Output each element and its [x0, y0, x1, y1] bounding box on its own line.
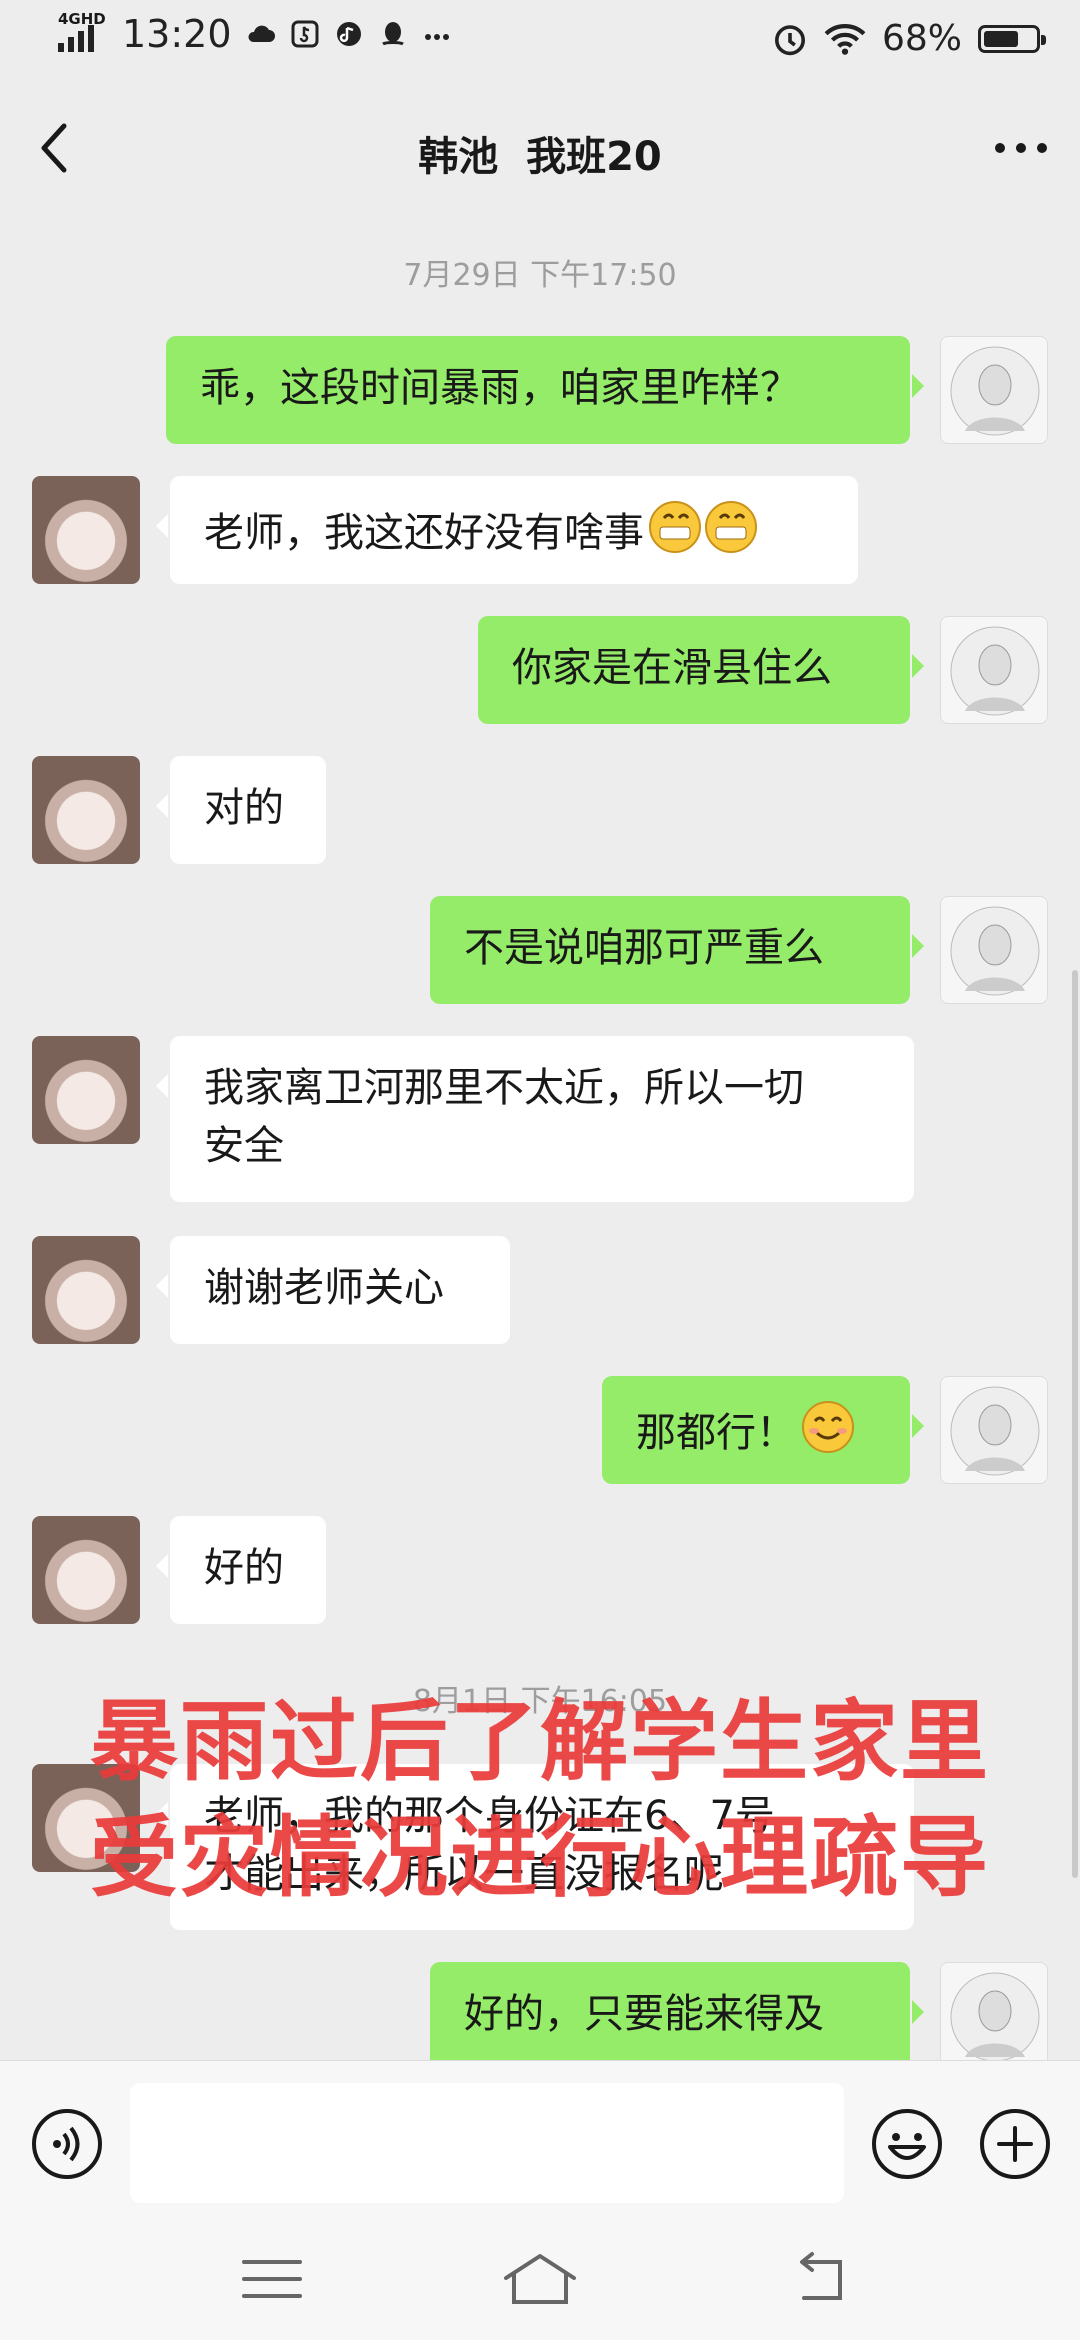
- avatar-student[interactable]: [32, 1516, 140, 1624]
- return-icon[interactable]: [780, 2248, 864, 2310]
- avatar-teacher[interactable]: [940, 616, 1048, 724]
- avatar-teacher[interactable]: [940, 896, 1048, 1004]
- teacher-avatar-icon: [950, 626, 1040, 716]
- teacher-avatar-icon: [950, 906, 1040, 996]
- avatar-student[interactable]: [32, 756, 140, 864]
- message-bubble-sent[interactable]: 不是说咱那可严重么: [430, 896, 924, 1004]
- signal-icon: 4GHD: [58, 12, 108, 56]
- message-text: 那都行！: [636, 1410, 796, 1456]
- message-bubble-received[interactable]: 好的: [156, 1516, 326, 1624]
- message-bubble-sent[interactable]: 好的，只要能来得及: [430, 1962, 924, 2060]
- alarm-icon: [774, 24, 805, 55]
- avatar-student[interactable]: [32, 1036, 140, 1144]
- voice-icon[interactable]: [30, 2107, 104, 2181]
- tiktok-icon: [291, 20, 319, 48]
- input-bar: [0, 2060, 1080, 2221]
- home-icon[interactable]: [498, 2248, 582, 2310]
- avatar-student[interactable]: [32, 1236, 140, 1344]
- message-bubble-received[interactable]: 我家离卫河那里不太近，所以一切 安全: [156, 1036, 914, 1202]
- message-bubble-sent[interactable]: 你家是在滑县住么: [478, 616, 924, 724]
- more-dots-icon: [424, 34, 449, 40]
- more-icon[interactable]: [986, 120, 1056, 176]
- menu-icon[interactable]: [230, 2248, 314, 2310]
- avatar-teacher[interactable]: [940, 336, 1048, 444]
- message-bubble-sent[interactable]: 那都行！: [602, 1376, 924, 1484]
- status-bar: 4GHD 13:20 68%: [0, 0, 1080, 84]
- battery-icon: [978, 24, 1046, 53]
- grin-emoji: [648, 499, 758, 571]
- message-line: 我家离卫河那里不太近，所以一切: [204, 1065, 804, 1111]
- overlay-line: 暴雨过后了解学生家里: [89, 1690, 990, 1793]
- message-input[interactable]: [130, 2083, 844, 2203]
- message-bubble-received[interactable]: 对的: [156, 756, 326, 864]
- avatar-student[interactable]: [32, 476, 140, 584]
- status-right: 68%: [772, 18, 1046, 59]
- smile-emoji: [800, 1399, 856, 1471]
- overlay-caption: 暴雨过后了解学生家里 受灾情况进行心理疏导: [0, 1684, 1080, 1916]
- message-text: 老师，我这还好没有啥事: [204, 510, 644, 556]
- overlay-line: 受灾情况进行心理疏导: [89, 1806, 990, 1909]
- chat-header: 韩池 我班20: [0, 84, 1080, 214]
- teacher-avatar-icon: [950, 346, 1040, 436]
- message-bubble-received[interactable]: 谢谢老师关心: [156, 1236, 510, 1344]
- system-nav-bar: [0, 2220, 1080, 2340]
- teacher-avatar-icon: [950, 1386, 1040, 1476]
- message-bubble-sent[interactable]: 乖，这段时间暴雨，咱家里咋样？: [166, 336, 924, 444]
- chat-title: 韩池 我班20: [418, 134, 662, 180]
- timestamp: 7月29日 下午17:50: [403, 258, 677, 293]
- cloud-icon: [247, 25, 275, 42]
- message-line: 安全: [204, 1123, 284, 1169]
- status-time: 13:20: [122, 12, 232, 56]
- emoji-icon[interactable]: [870, 2107, 944, 2181]
- wifi-icon: [824, 23, 866, 55]
- avatar-teacher[interactable]: [940, 1962, 1048, 2060]
- music-icon: [336, 22, 361, 46]
- status-left: 4GHD 13:20: [58, 12, 452, 56]
- plus-icon[interactable]: [978, 2107, 1052, 2181]
- avatar-teacher[interactable]: [940, 1376, 1048, 1484]
- qq-icon: [381, 22, 404, 46]
- teacher-avatar-icon: [950, 1972, 1040, 2060]
- battery-percent: 68%: [881, 18, 962, 59]
- message-bubble-received[interactable]: 老师，我这还好没有啥事: [156, 476, 858, 584]
